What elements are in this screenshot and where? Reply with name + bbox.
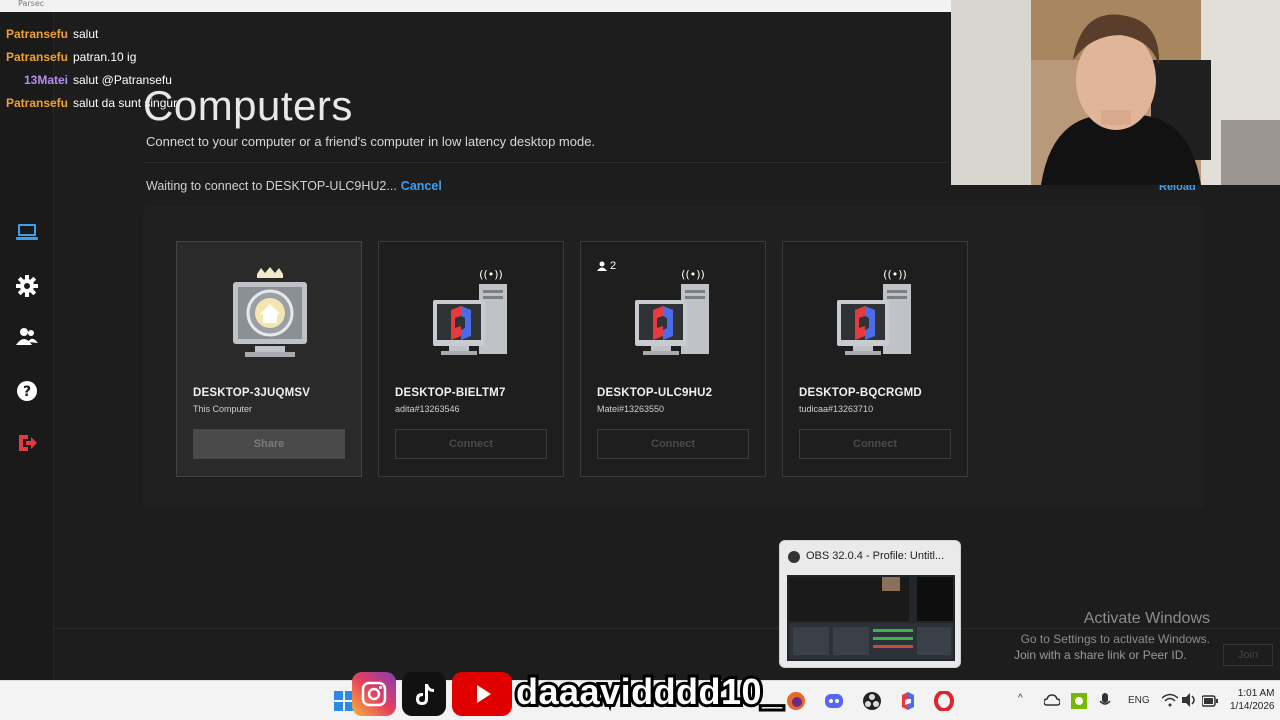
youtube-icon bbox=[452, 672, 512, 716]
computer-name: DESKTOP-ULC9HU2 bbox=[597, 387, 713, 399]
logout-icon[interactable] bbox=[14, 430, 40, 456]
battery-icon[interactable] bbox=[1201, 694, 1218, 707]
computer-owner: This Computer bbox=[193, 404, 253, 414]
connect-button[interactable]: Connect bbox=[597, 429, 749, 459]
page-subtitle: Connect to your computer or a friend's c… bbox=[146, 134, 596, 149]
instagram-icon bbox=[352, 672, 396, 716]
join-hint: Join with a share link or Peer ID. bbox=[1014, 648, 1187, 662]
obs-thumbnail bbox=[787, 575, 955, 661]
computer-icon[interactable] bbox=[14, 220, 40, 246]
user-icon bbox=[597, 261, 607, 271]
clock-time: 1:01 AM bbox=[1237, 688, 1275, 699]
language-indicator[interactable]: ENG bbox=[1128, 695, 1150, 706]
page-title: Computers bbox=[143, 82, 353, 129]
firefox-icon[interactable] bbox=[786, 691, 806, 711]
opera-icon[interactable] bbox=[934, 690, 954, 712]
obs-icon bbox=[788, 551, 800, 563]
chat-username: 13Matei bbox=[23, 72, 68, 87]
activate-subtitle: Go to Settings to activate Windows. bbox=[1020, 632, 1210, 646]
question-icon[interactable]: ? bbox=[14, 378, 40, 404]
webcam-overlay bbox=[951, 0, 1280, 185]
taskbar-clock[interactable]: 1:01 AM 1/14/2026 bbox=[1230, 687, 1275, 713]
discord-icon[interactable] bbox=[824, 691, 844, 711]
connect-button[interactable]: Connect bbox=[799, 429, 951, 459]
gear-icon[interactable] bbox=[14, 273, 40, 299]
chat-message: patran.10 ig bbox=[73, 49, 137, 64]
parsec-computer-icon: ((•)) bbox=[635, 268, 709, 355]
computer-name: DESKTOP-BIELTM7 bbox=[395, 387, 506, 399]
user-count: 2 bbox=[610, 260, 617, 272]
computer-card[interactable]: 2 ((•)) DESKTOP-ULC9HU2 Matei#13263550 C… bbox=[580, 241, 766, 477]
svg-text:((•)): ((•)) bbox=[479, 268, 503, 281]
cloud-icon[interactable] bbox=[1043, 693, 1061, 707]
chat-username: Patransefu bbox=[5, 26, 68, 41]
computer-card[interactable]: ((•)) DESKTOP-BQCRGMD tudicaa#13263710 C… bbox=[782, 241, 968, 477]
obs-taskbar-icon[interactable] bbox=[862, 691, 882, 711]
parsec-computer-icon: ((•)) bbox=[433, 268, 507, 355]
join-button[interactable]: Join bbox=[1223, 644, 1273, 666]
chat-username: Patransefu bbox=[5, 49, 68, 64]
computer-owner: Matei#13263550 bbox=[597, 404, 665, 414]
activate-windows-watermark: Activate Windows Go to Settings to activ… bbox=[1000, 610, 1210, 646]
connect-button[interactable]: Connect bbox=[395, 429, 547, 459]
nvidia-icon[interactable] bbox=[1071, 693, 1087, 709]
svg-text:?: ? bbox=[23, 384, 31, 400]
obs-window-title: OBS 32.0.4 - Profile: Untitl... bbox=[806, 550, 945, 562]
chevron-up-icon[interactable]: ^ bbox=[1018, 693, 1023, 704]
share-button[interactable]: Share bbox=[193, 429, 345, 459]
windows-start-icon[interactable] bbox=[334, 691, 354, 711]
home-computer-icon bbox=[233, 267, 307, 357]
chat-line: Patransefu patran.10 ig bbox=[2, 45, 177, 68]
parsec-taskbar-icon[interactable] bbox=[898, 691, 918, 711]
obs-thumbnail-image bbox=[787, 575, 955, 661]
cancel-link[interactable]: Cancel bbox=[401, 179, 442, 193]
obs-preview-popup[interactable]: OBS 32.0.4 - Profile: Untitl... bbox=[779, 540, 961, 668]
waiting-text: Waiting to connect to DESKTOP-ULC9HU2... bbox=[146, 179, 397, 193]
computer-card[interactable]: ((•)) DESKTOP-BIELTM7 adita#13263546 Con… bbox=[378, 241, 564, 477]
computer-name: DESKTOP-3JUQMSV bbox=[193, 387, 311, 399]
computer-card[interactable]: DESKTOP-3JUQMSV This Computer Share bbox=[176, 241, 362, 477]
divider bbox=[143, 162, 949, 163]
user-count-badge: 2 bbox=[597, 260, 616, 272]
clock-date: 1/14/2026 bbox=[1230, 701, 1275, 712]
chat-line: Patransefu salut bbox=[2, 22, 177, 45]
chat-message: salut bbox=[73, 26, 99, 41]
volume-icon[interactable] bbox=[1182, 693, 1198, 707]
people-icon[interactable] bbox=[14, 324, 40, 350]
computer-owner: tudicaa#13263710 bbox=[799, 404, 874, 414]
svg-text:((•)): ((•)) bbox=[883, 268, 907, 281]
activate-title: Activate Windows bbox=[1083, 610, 1210, 627]
chat-username: Patransefu bbox=[5, 95, 68, 110]
stream-handle: daaavidddd10_ bbox=[513, 669, 785, 715]
microphone-icon[interactable] bbox=[1099, 693, 1111, 709]
wifi-icon[interactable] bbox=[1161, 693, 1179, 707]
computer-owner: adita#13263546 bbox=[395, 404, 460, 414]
parsec-computer-icon: ((•)) bbox=[837, 268, 911, 355]
computer-name: DESKTOP-BQCRGMD bbox=[799, 387, 922, 399]
connection-status: Waiting to connect to DESKTOP-ULC9HU2...… bbox=[146, 179, 442, 193]
tiktok-icon bbox=[402, 672, 446, 716]
topbar-title: Parsec bbox=[18, 0, 45, 8]
svg-text:((•)): ((•)) bbox=[681, 268, 705, 281]
webcam-feed-image bbox=[951, 0, 1280, 185]
